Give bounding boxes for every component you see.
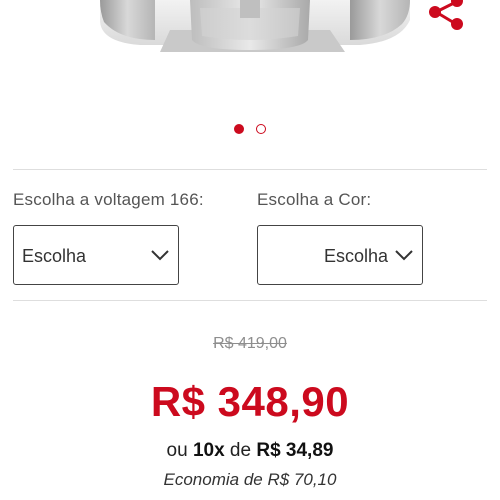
- installment-prefix: ou: [166, 440, 188, 461]
- color-select-value: Escolha: [324, 246, 389, 266]
- voltage-select[interactable]: Escolha: [13, 225, 179, 285]
- installment-value: R$ 34,89: [256, 440, 334, 461]
- voltage-label: Escolha a voltagem 166:: [13, 190, 204, 209]
- carousel-dot-2[interactable]: [256, 124, 266, 134]
- savings: Economia de R$ 70,10: [163, 470, 337, 489]
- product-page: Escolha a voltagem 166: Escolha Escolha …: [0, 0, 500, 500]
- carousel-dot-1[interactable]: [234, 124, 244, 134]
- voltage-select-value: Escolha: [22, 246, 87, 266]
- divider-bottom: [13, 300, 487, 301]
- current-price: R$ 348,90: [150, 378, 350, 425]
- chevron-down-icon: [395, 250, 413, 261]
- installment-of: de: [229, 440, 252, 461]
- product-image[interactable]: [0, 0, 500, 120]
- divider-top: [13, 169, 487, 170]
- installments: ou 10x de R$ 34,89: [0, 440, 500, 462]
- installment-count: 10x: [192, 440, 225, 461]
- carousel-dots: [0, 124, 500, 134]
- share-icon[interactable]: [424, 0, 468, 34]
- old-price: R$ 419,00: [213, 335, 287, 352]
- color-select[interactable]: Escolha: [257, 225, 423, 285]
- color-label: Escolha a Cor:: [257, 190, 372, 209]
- chevron-down-icon: [151, 250, 169, 261]
